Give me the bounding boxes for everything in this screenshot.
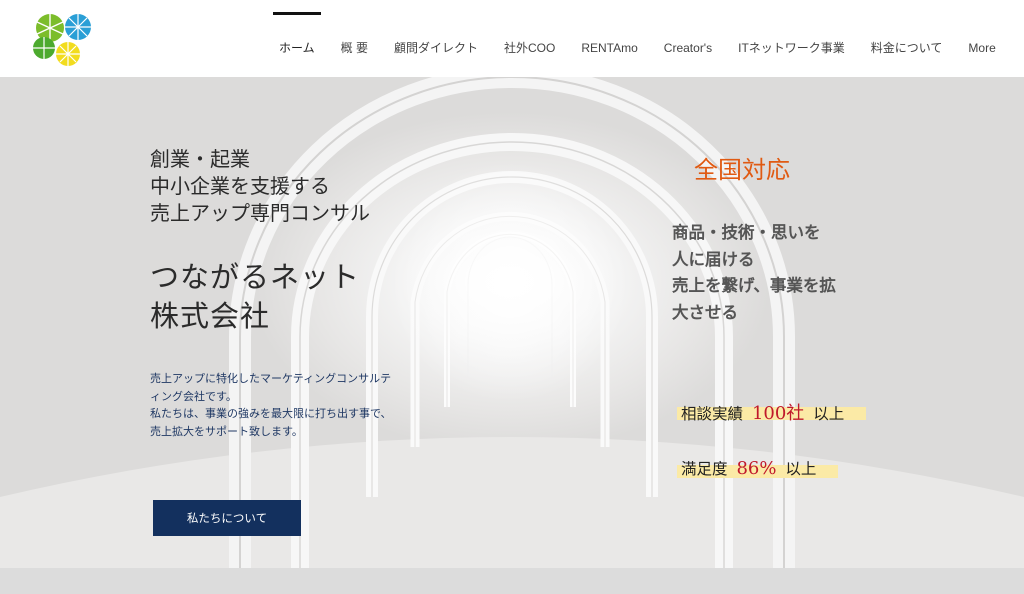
- satisfaction-stat: 満足度 86% 以上: [677, 457, 839, 479]
- bottom-band: [0, 568, 1024, 594]
- nav-item-advisor-direct[interactable]: 顧問ダイレクト: [381, 0, 491, 77]
- company-name-line: つながるネット: [150, 260, 361, 294]
- nav-item-creators[interactable]: Creator's: [651, 0, 725, 77]
- stat-value: 86%: [736, 458, 777, 479]
- nav-item-more[interactable]: More: [955, 0, 1008, 77]
- nav-item-overview[interactable]: 概 要: [328, 0, 381, 77]
- company-name: つながるネット 株式会社: [150, 258, 360, 336]
- nav-item-home[interactable]: ホーム: [266, 0, 328, 77]
- nav-item-external-coo[interactable]: 社外COO: [491, 0, 568, 77]
- mission-statement: 商品・技術・思いを 人に届ける 売上を繋げ、事業を拡 大させる: [672, 220, 836, 326]
- nav-item-rentamo[interactable]: RENTAmo: [568, 0, 650, 77]
- company-logo[interactable]: [28, 10, 96, 68]
- stat-suffix: 以上: [785, 460, 817, 478]
- nationwide-heading: 全国対応: [694, 156, 790, 184]
- mission-line: 商品・技術・思いを: [672, 223, 821, 242]
- tagline-line: 創業・起業: [150, 147, 250, 171]
- mission-line: 人に届ける: [672, 249, 755, 269]
- nav-item-it-network[interactable]: ITネットワーク事業: [725, 0, 858, 77]
- mission-line: 売上を繋げ、事業を拡: [672, 276, 836, 295]
- description-line: 私たちは、事業の強みを最大限に打ち出す事で、: [150, 407, 392, 420]
- mission-line: 大させる: [672, 302, 738, 322]
- tagline-line: 中小企業を支援する: [150, 174, 330, 198]
- company-description: 売上アップに特化したマーケティングコンサルテ ィング会社です。 私たちは、事業の…: [150, 370, 420, 440]
- description-line: ィング会社です。: [150, 389, 237, 403]
- tagline-line: 売上アップ専門コンサル: [150, 201, 370, 225]
- site-header: ホーム 概 要 顧問ダイレクト 社外COO RENTAmo Creator's …: [0, 0, 1024, 77]
- stat-value: 100社: [751, 403, 805, 424]
- hero-tagline: 創業・起業 中小企業を支援する 売上アップ専門コンサル: [150, 146, 370, 227]
- company-name-line: 株式会社: [150, 299, 271, 333]
- stat-prefix: 満足度: [681, 460, 728, 478]
- stat-suffix: 以上: [813, 405, 845, 423]
- description-line: 売上拡大をサポート致します。: [150, 424, 303, 438]
- main-nav: ホーム 概 要 顧問ダイレクト 社外COO RENTAmo Creator's …: [266, 0, 1009, 77]
- consultation-record-stat: 相談実績 100社 以上: [677, 399, 867, 425]
- about-us-button[interactable]: 私たちについて: [153, 500, 301, 536]
- stat-prefix: 相談実績: [681, 405, 744, 423]
- description-line: 売上アップに特化したマーケティングコンサルテ: [150, 372, 392, 385]
- nav-item-pricing[interactable]: 料金について: [858, 0, 956, 77]
